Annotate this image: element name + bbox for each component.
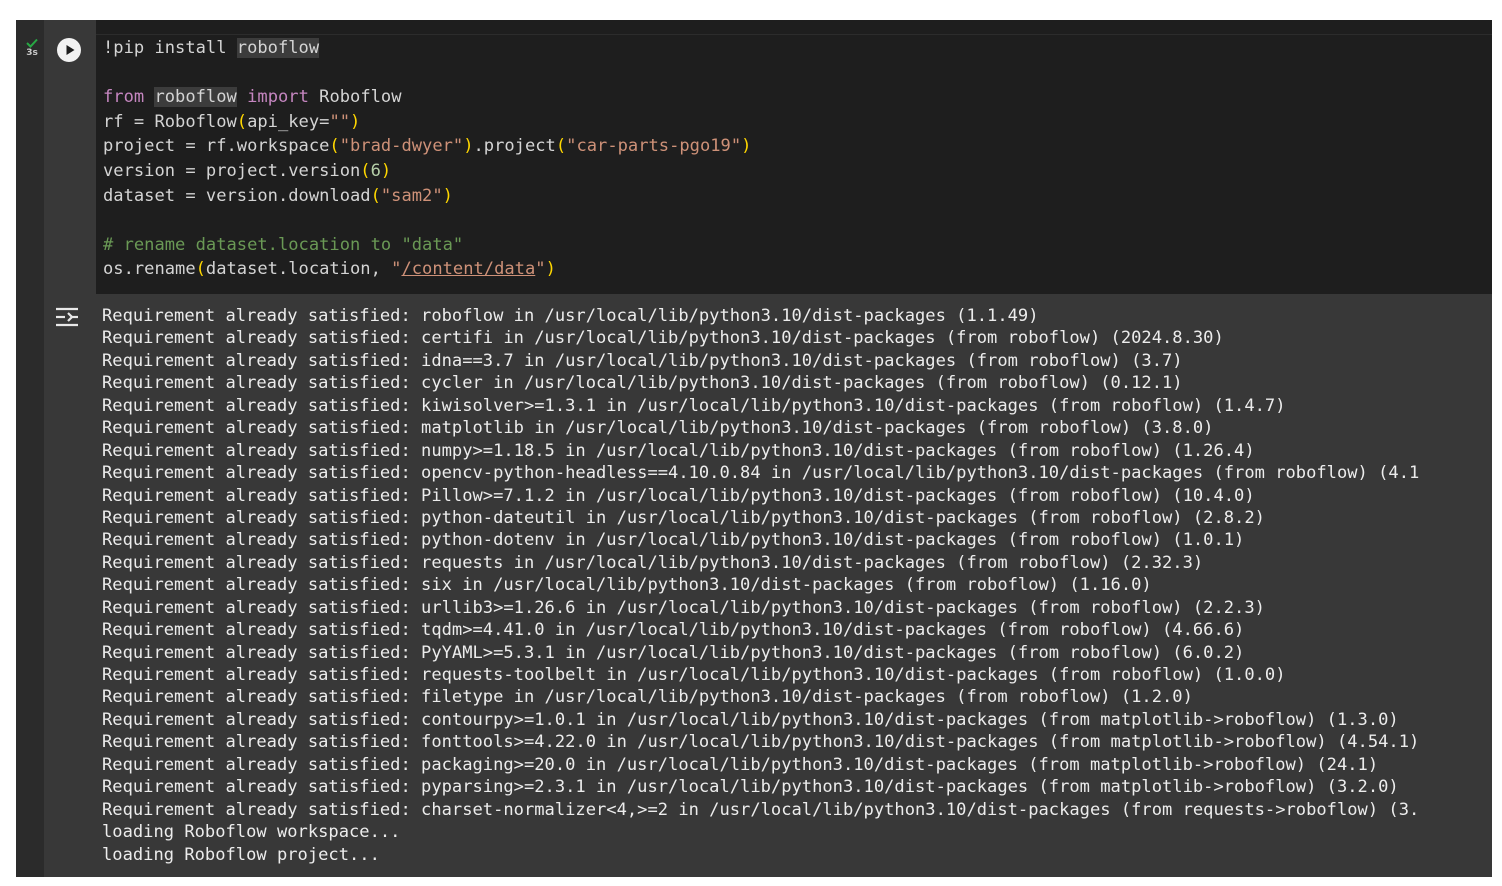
check-icon xyxy=(26,38,38,48)
output-line: Requirement already satisfied: matplotli… xyxy=(102,418,1214,439)
execution-time: 3s xyxy=(26,48,38,58)
output-line: Requirement already satisfied: PyYAML>=5… xyxy=(102,642,1245,663)
output-line: Requirement already satisfied: opencv-py… xyxy=(102,463,1420,484)
output-line: loading Roboflow project... xyxy=(102,844,380,865)
output-line: loading Roboflow workspace... xyxy=(102,822,401,843)
code-line: from roboflow import Roboflow xyxy=(103,87,402,108)
output-line: Requirement already satisfied: urllib3>=… xyxy=(102,597,1265,618)
output-toggle-icon[interactable] xyxy=(54,305,82,329)
output-line: Requirement already satisfied: fonttools… xyxy=(102,732,1420,753)
output-line: Requirement already satisfied: tqdm>=4.4… xyxy=(102,620,1245,641)
output-line: Requirement already satisfied: certifi i… xyxy=(102,328,1224,349)
output-line: Requirement already satisfied: contourpy… xyxy=(102,709,1399,730)
code-line: project = rf.workspace("brad-dwyer").pro… xyxy=(103,136,752,157)
output-line: Requirement already satisfied: requests-… xyxy=(102,665,1286,685)
output-line: Requirement already satisfied: roboflow … xyxy=(102,306,1039,326)
output-line: Requirement already satisfied: cycler in… xyxy=(102,373,1183,394)
output-line: Requirement already satisfied: python-do… xyxy=(102,530,1245,551)
play-icon xyxy=(66,45,75,55)
output-line: Requirement already satisfied: charset-n… xyxy=(102,799,1420,820)
code-line: os.rename(dataset.location, "/content/da… xyxy=(103,259,556,280)
output-line: Requirement already satisfied: idna==3.7… xyxy=(102,350,1183,371)
output-line: Requirement already satisfied: numpy>=1.… xyxy=(102,440,1255,461)
run-cell-button[interactable] xyxy=(57,38,81,62)
output-line: Requirement already satisfied: Pillow>=7… xyxy=(102,485,1255,506)
cell-output: Requirement already satisfied: roboflow … xyxy=(102,305,1419,866)
output-line: Requirement already satisfied: requests … xyxy=(102,552,1204,573)
cell-gutter: 3s xyxy=(16,20,44,877)
output-line: Requirement already satisfied: python-da… xyxy=(102,507,1265,528)
code-content: !pip install roboflow from roboflow impo… xyxy=(103,36,751,282)
output-line: Requirement already satisfied: kiwisolve… xyxy=(102,395,1286,416)
code-line: rf = Roboflow(api_key="") xyxy=(103,111,361,132)
output-line: Requirement already satisfied: packaging… xyxy=(102,754,1379,775)
execution-status: 3s xyxy=(22,38,42,58)
output-line: Requirement already satisfied: six in /u… xyxy=(102,575,1152,596)
code-line: # rename dataset.location to "data" xyxy=(103,234,464,255)
code-editor[interactable]: !pip install roboflow from roboflow impo… xyxy=(96,20,1492,294)
code-line: version = project.version(6) xyxy=(103,160,392,181)
output-line: Requirement already satisfied: filetype … xyxy=(102,687,1193,708)
notebook-cell: 3s !pip install roboflow from roboflow i… xyxy=(16,20,1492,877)
output-line: Requirement already satisfied: pyparsing… xyxy=(102,777,1399,798)
code-line: dataset = version.download("sam2") xyxy=(103,185,453,206)
code-line: !pip install roboflow xyxy=(103,38,320,58)
